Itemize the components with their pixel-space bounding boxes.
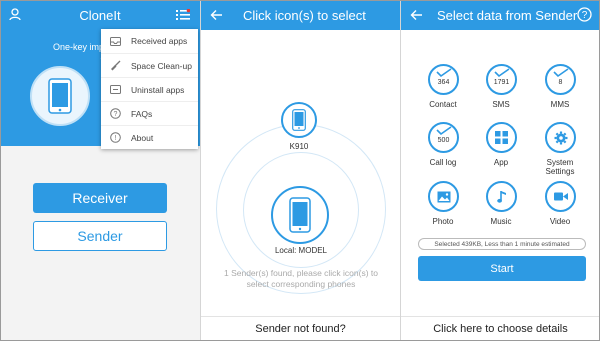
info-icon: !	[109, 132, 121, 144]
data-item-contact[interactable]: 364 Contact	[417, 64, 469, 112]
menu-item-label: Received apps	[131, 36, 188, 46]
overflow-menu: Received apps Space Clean-up Uninstall a…	[101, 29, 198, 149]
sms-label: SMS	[492, 100, 510, 109]
page-title: Select data from Sender	[437, 8, 578, 23]
system-settings-label: System Settings	[545, 158, 575, 176]
page-title: Click icon(s) to select	[243, 8, 366, 23]
question-icon: ?	[109, 108, 121, 120]
video-camera-icon	[553, 192, 568, 201]
system-settings-circle	[545, 122, 576, 153]
check-icon	[553, 68, 569, 78]
menu-item-about[interactable]: ! About	[101, 125, 198, 149]
data-item-photo[interactable]: Photo	[417, 181, 469, 229]
phone-icon	[48, 78, 72, 114]
menu-item-faqs[interactable]: ? FAQs	[101, 101, 198, 125]
music-circle	[486, 181, 517, 212]
photo-label: Photo	[432, 217, 454, 226]
svg-text:?: ?	[582, 10, 588, 21]
gear-icon	[554, 131, 567, 144]
back-arrow-icon[interactable]	[210, 8, 223, 26]
phone-icon	[292, 109, 306, 131]
mms-count: 8	[558, 79, 563, 86]
home-screen: CloneIt One-key import of apps, etc. bet…	[0, 0, 200, 341]
broom-icon	[109, 60, 121, 72]
remote-device-button[interactable]	[281, 102, 317, 138]
select-data-top-bar: Select data from Sender ?	[401, 0, 600, 30]
check-icon	[494, 68, 510, 78]
senders-found-line-2: select corresponding phones	[246, 279, 356, 289]
back-arrow-icon[interactable]	[410, 8, 423, 26]
sms-count: 1791	[493, 79, 510, 86]
senders-found-line-1: 1 Sender(s) found, please click icon(s) …	[223, 268, 379, 278]
contact-check-circle: 364	[428, 64, 459, 95]
menu-item-label: Uninstall apps	[131, 84, 185, 95]
data-item-music[interactable]: Music	[475, 181, 527, 229]
sms-check-circle: 1791	[486, 64, 517, 95]
menu-item-received-apps[interactable]: Received apps	[101, 29, 198, 53]
hero-phone-circle	[30, 66, 90, 126]
contact-count: 364	[437, 79, 450, 86]
data-item-video[interactable]: Video	[534, 181, 586, 229]
choose-details-link[interactable]: Click here to choose details	[401, 316, 600, 341]
check-icon	[436, 126, 452, 136]
local-device-circle	[271, 186, 329, 244]
uninstall-icon	[109, 84, 121, 96]
music-note-icon	[496, 190, 506, 203]
svg-text:?: ?	[113, 111, 117, 118]
call-log-count: 500	[437, 137, 450, 144]
svg-text:!: !	[114, 135, 116, 142]
inbox-icon	[109, 35, 121, 47]
data-item-mms[interactable]: 8 MMS	[534, 64, 586, 112]
local-device-label: Local: MODEL	[274, 246, 328, 255]
call-log-check-circle: 500	[428, 122, 459, 153]
mms-label: MMS	[550, 100, 570, 109]
app-label: App	[493, 158, 509, 167]
menu-item-label: About	[131, 132, 154, 143]
data-item-sms[interactable]: 1791 SMS	[475, 64, 527, 112]
menu-item-label: Space Clean-up	[131, 60, 192, 71]
data-item-app[interactable]: App	[475, 122, 527, 170]
home-top-bar: CloneIt	[0, 0, 200, 30]
select-data-screen: Select data from Sender ? 364 Contact 17…	[400, 0, 600, 341]
menu-item-space-clean-up[interactable]: Space Clean-up	[101, 53, 198, 77]
phone-icon	[289, 197, 311, 233]
data-item-call-log[interactable]: 500 Call log	[417, 122, 469, 170]
video-circle	[545, 181, 576, 212]
data-item-system-settings[interactable]: System Settings	[534, 122, 586, 176]
app-circle	[486, 122, 517, 153]
photo-circle	[428, 181, 459, 212]
menu-item-label: FAQs	[131, 108, 153, 119]
help-icon[interactable]: ?	[577, 7, 592, 27]
menu-list-icon[interactable]	[176, 8, 191, 26]
remote-device-label: K910	[289, 142, 309, 151]
app-title: CloneIt	[79, 8, 121, 23]
call-log-label: Call log	[429, 158, 457, 167]
sender-button[interactable]: Sender	[33, 221, 167, 251]
photo-icon	[437, 191, 450, 202]
receiver-button[interactable]: Receiver	[33, 183, 167, 213]
mms-check-circle: 8	[545, 64, 576, 95]
select-device-top-bar: Click icon(s) to select	[201, 0, 400, 30]
contact-label: Contact	[429, 100, 457, 109]
transfer-estimate: Selected 439KB, Less than 1 minute estim…	[418, 238, 586, 250]
apps-grid-icon	[495, 131, 508, 144]
start-button[interactable]: Start	[418, 256, 586, 281]
check-icon	[436, 68, 452, 78]
menu-item-uninstall-apps[interactable]: Uninstall apps	[101, 77, 198, 101]
senders-found-message: 1 Sender(s) found, please click icon(s) …	[211, 268, 391, 290]
select-device-screen: Click icon(s) to select K910 Local: MODE…	[200, 0, 400, 341]
sender-not-found-link[interactable]: Sender not found?	[201, 316, 400, 341]
video-label: Video	[549, 217, 571, 226]
music-label: Music	[490, 217, 512, 226]
